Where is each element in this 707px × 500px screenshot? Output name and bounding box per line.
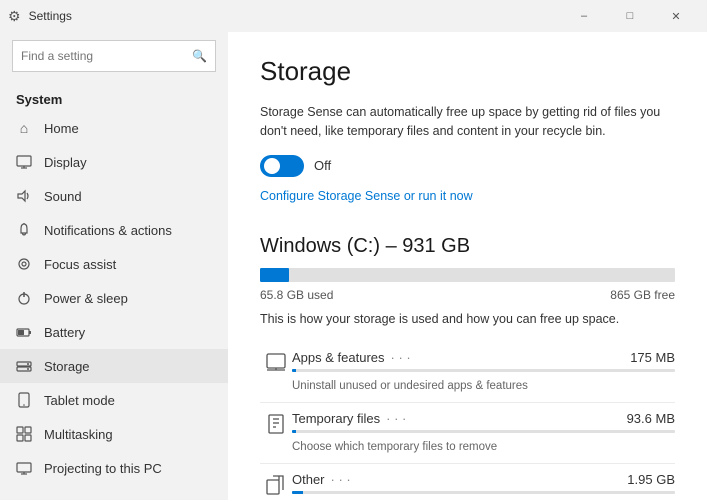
sidebar-item-label: Power & sleep xyxy=(44,291,128,306)
close-button[interactable]: ✕ xyxy=(653,0,699,32)
main-content: Storage Storage Sense can automatically … xyxy=(228,32,707,500)
sidebar-item-multitasking[interactable]: Multitasking xyxy=(0,417,228,451)
sidebar-item-tablet[interactable]: Tablet mode xyxy=(0,383,228,417)
used-label: 65.8 GB used xyxy=(260,288,333,302)
sidebar-item-home[interactable]: ⌂ Home xyxy=(0,111,228,145)
sidebar-item-label: Focus assist xyxy=(44,257,116,272)
app-container: 🔍 System ⌂ Home Display xyxy=(0,32,707,500)
sidebar-item-label: Sound xyxy=(44,189,82,204)
toggle-row: Off xyxy=(260,155,675,177)
other-name: Other xyxy=(292,472,325,487)
apps-dots: · · · xyxy=(391,350,411,365)
temp-name: Temporary files xyxy=(292,411,380,426)
title-bar-title: Settings xyxy=(29,9,72,23)
title-bar: ⚙ Settings – □ ✕ xyxy=(0,0,707,32)
apps-bar-fill xyxy=(292,369,296,372)
temp-dots: · · · xyxy=(386,411,406,426)
free-label: 865 GB free xyxy=(610,288,675,302)
sidebar-item-label: Multitasking xyxy=(44,427,113,442)
sidebar-item-label: Home xyxy=(44,121,79,136)
sidebar-item-sound[interactable]: Sound xyxy=(0,179,228,213)
storage-bar-used xyxy=(260,268,289,282)
other-header: Other · · · 1.95 GB xyxy=(292,472,675,487)
temp-bar xyxy=(292,430,675,433)
drive-section: Windows (C:) – 931 GB 65.8 GB used 865 G… xyxy=(260,235,675,500)
storage-description: This is how your storage is used and how… xyxy=(260,312,675,326)
other-bar xyxy=(292,491,675,494)
sidebar-item-label: Storage xyxy=(44,359,90,374)
display-icon xyxy=(16,154,32,170)
search-icon: 🔍 xyxy=(192,49,207,63)
search-box[interactable]: 🔍 xyxy=(12,40,216,72)
home-icon: ⌂ xyxy=(16,120,32,136)
storage-bar-labels: 65.8 GB used 865 GB free xyxy=(260,288,675,302)
sound-icon xyxy=(16,188,32,204)
temp-size: 93.6 MB xyxy=(611,411,675,426)
toggle-label: Off xyxy=(314,158,331,173)
sidebar-item-projecting[interactable]: Projecting to this PC xyxy=(0,451,228,485)
power-icon xyxy=(16,290,32,306)
sidebar-item-label: Battery xyxy=(44,325,85,340)
drive-title: Windows (C:) – 931 GB xyxy=(260,235,675,258)
sidebar-item-storage[interactable]: Storage xyxy=(0,349,228,383)
sidebar-section-header: System xyxy=(0,84,228,111)
other-icon xyxy=(260,474,292,496)
sidebar: 🔍 System ⌂ Home Display xyxy=(0,32,228,500)
notifications-icon xyxy=(16,222,32,238)
storage-sense-toggle[interactable] xyxy=(260,155,304,177)
sidebar-item-power[interactable]: Power & sleep xyxy=(0,281,228,315)
configure-link[interactable]: Configure Storage Sense or run it now xyxy=(260,189,473,203)
battery-icon xyxy=(16,324,32,340)
apps-header: Apps & features · · · 175 MB xyxy=(292,350,675,365)
apps-sub: Uninstall unused or undesired apps & fea… xyxy=(292,380,528,392)
storage-icon xyxy=(16,358,32,374)
storage-item-temp[interactable]: Temporary files · · · 93.6 MB Choose whi… xyxy=(260,403,675,464)
search-input[interactable] xyxy=(21,49,192,63)
other-size: 1.95 GB xyxy=(611,472,675,487)
sidebar-item-label: Projecting to this PC xyxy=(44,461,162,476)
other-dots: · · · xyxy=(331,472,351,487)
storage-item-apps[interactable]: Apps & features · · · 175 MB Uninstall u… xyxy=(260,342,675,403)
sidebar-item-notifications[interactable]: Notifications & actions xyxy=(0,213,228,247)
sidebar-item-label: Notifications & actions xyxy=(44,223,172,238)
projecting-icon xyxy=(16,460,32,476)
sidebar-item-label: Tablet mode xyxy=(44,393,115,408)
temp-sub: Choose which temporary files to remove xyxy=(292,441,497,453)
apps-content: Apps & features · · · 175 MB Uninstall u… xyxy=(292,350,675,394)
other-bar-fill xyxy=(292,491,303,494)
maximize-button[interactable]: □ xyxy=(607,0,653,32)
storage-item-other[interactable]: Other · · · 1.95 GB Manage other large f… xyxy=(260,464,675,500)
storage-bar-container xyxy=(260,268,675,282)
temp-header: Temporary files · · · 93.6 MB xyxy=(292,411,675,426)
sidebar-item-battery[interactable]: Battery xyxy=(0,315,228,349)
minimize-button[interactable]: – xyxy=(561,0,607,32)
apps-icon xyxy=(260,352,292,374)
temp-content: Temporary files · · · 93.6 MB Choose whi… xyxy=(292,411,675,455)
tablet-icon xyxy=(16,392,32,408)
multitasking-icon xyxy=(16,426,32,442)
page-title: Storage xyxy=(260,56,675,87)
temp-icon xyxy=(260,413,292,435)
sidebar-item-focus[interactable]: Focus assist xyxy=(0,247,228,281)
focus-icon xyxy=(16,256,32,272)
title-bar-controls: – □ ✕ xyxy=(561,0,699,32)
other-content: Other · · · 1.95 GB Manage other large f… xyxy=(292,472,675,500)
sidebar-item-display[interactable]: Display xyxy=(0,145,228,179)
sidebar-item-label: Display xyxy=(44,155,87,170)
storage-sense-description: Storage Sense can automatically free up … xyxy=(260,103,675,141)
apps-bar xyxy=(292,369,675,372)
temp-bar-fill xyxy=(292,430,296,433)
title-bar-left: ⚙ Settings xyxy=(8,8,72,25)
settings-icon: ⚙ xyxy=(8,8,21,25)
apps-name: Apps & features xyxy=(292,350,385,365)
apps-size: 175 MB xyxy=(614,350,675,365)
